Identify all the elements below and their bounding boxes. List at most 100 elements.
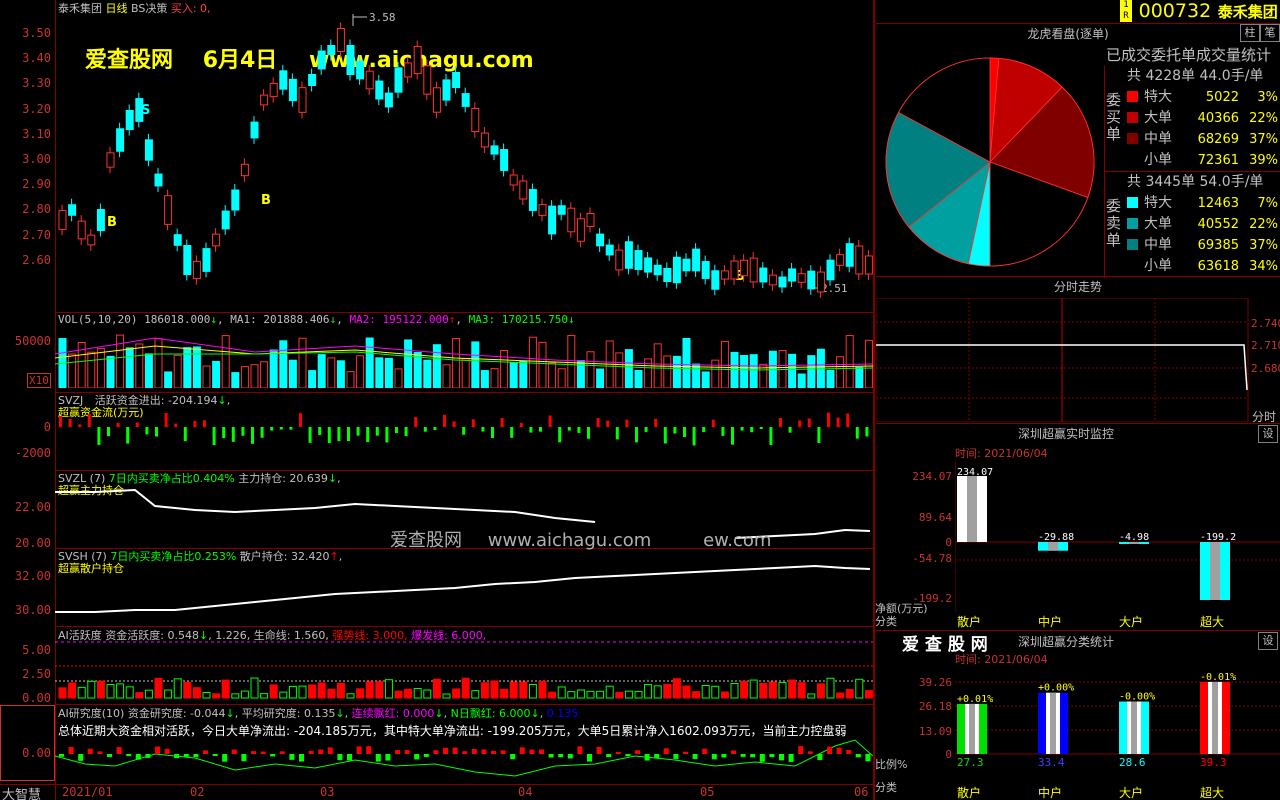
research-bar bbox=[116, 747, 122, 754]
research-bar bbox=[519, 747, 525, 754]
svzj-bar bbox=[251, 427, 254, 444]
volume-bars[interactable] bbox=[55, 324, 873, 388]
low-price-label: 2.51 bbox=[821, 282, 848, 295]
volume-bar bbox=[87, 351, 96, 388]
svzj-bar bbox=[212, 427, 216, 446]
svzj-bar bbox=[567, 427, 571, 431]
research-bar bbox=[683, 751, 688, 754]
bar-mode-button[interactable]: 柱 bbox=[1240, 24, 1260, 42]
ai-bar bbox=[528, 683, 537, 699]
stats-bar-change: -0.00% bbox=[1119, 692, 1155, 703]
research-bar bbox=[692, 754, 698, 759]
svzj-bar bbox=[222, 427, 226, 439]
research-title: AI研究度(10) bbox=[58, 707, 125, 720]
brand-label[interactable]: 大智慧 bbox=[2, 784, 41, 800]
volume-bar bbox=[413, 352, 422, 388]
volume-bar bbox=[269, 349, 278, 388]
tick-mode-button[interactable]: 笔 bbox=[1260, 24, 1280, 42]
ai-bar bbox=[356, 688, 365, 699]
monitor-time: 时间: 2021/06/04 bbox=[955, 447, 1048, 460]
research-bar bbox=[462, 751, 468, 754]
candle bbox=[173, 228, 182, 252]
ai-bar bbox=[250, 677, 259, 699]
svsh-line[interactable] bbox=[55, 548, 873, 626]
ai-bar bbox=[346, 693, 355, 699]
intraday-ytick-2: 2.680 bbox=[1251, 362, 1280, 375]
stats-bar-pct: 28.6 bbox=[1119, 756, 1146, 769]
sell-total: 共 3445单 54.0手/单 bbox=[1127, 174, 1264, 190]
volume-bar bbox=[701, 371, 710, 388]
svzj-bar bbox=[702, 427, 706, 432]
candle bbox=[394, 61, 403, 99]
svzj-bar bbox=[855, 427, 859, 439]
stats-bar[interactable] bbox=[1038, 692, 1068, 754]
research-bar bbox=[654, 754, 660, 758]
volume-bar bbox=[749, 354, 758, 388]
ai-bar bbox=[692, 691, 701, 699]
pie-title: 龙虎看盘(逐单) bbox=[1027, 27, 1109, 41]
svzj-bar bbox=[654, 418, 658, 427]
candle bbox=[154, 168, 163, 192]
ai-bar bbox=[164, 689, 173, 699]
svzj-bars[interactable] bbox=[55, 400, 873, 466]
candle bbox=[576, 212, 585, 248]
research-bar bbox=[759, 754, 765, 762]
research-bar bbox=[548, 754, 554, 758]
volume-bar bbox=[135, 343, 144, 388]
ai-bar bbox=[509, 681, 518, 699]
order-pie-chart[interactable] bbox=[876, 46, 1104, 278]
ai-bar bbox=[68, 682, 77, 699]
candle bbox=[692, 243, 701, 277]
candle bbox=[490, 139, 499, 161]
candle bbox=[672, 251, 681, 289]
ai-bar bbox=[596, 690, 605, 699]
price-ytick: 2.60 bbox=[22, 252, 51, 267]
ai-bar bbox=[855, 678, 864, 699]
candle bbox=[231, 183, 240, 217]
research-bar bbox=[577, 746, 583, 754]
candlestick-chart[interactable]: 3.58 2.51 S B B B bbox=[55, 10, 873, 310]
ai-bars[interactable] bbox=[55, 636, 873, 702]
color-swatch bbox=[1127, 133, 1138, 144]
candle bbox=[135, 92, 144, 128]
price-ytick: 2.80 bbox=[22, 202, 51, 217]
svzj-bar bbox=[750, 427, 754, 433]
research-bar bbox=[855, 754, 861, 758]
svzj-bar bbox=[375, 427, 379, 436]
monitor-category: 散户 bbox=[957, 615, 982, 629]
volume-bar bbox=[231, 372, 240, 388]
volume-bar bbox=[384, 357, 393, 388]
volume-bar bbox=[423, 359, 432, 388]
research-bar bbox=[731, 750, 736, 754]
monitor-settings-button[interactable]: 设 bbox=[1258, 425, 1278, 443]
monitor-title: 深圳超赢实时监控 bbox=[1017, 427, 1114, 441]
ai-bar bbox=[682, 685, 691, 699]
intraday-chart[interactable] bbox=[876, 298, 1280, 422]
research-bars[interactable] bbox=[55, 736, 873, 782]
monitor-bar-chart[interactable]: 234.07 -29.88 -4.98 -199.2 bbox=[955, 460, 1280, 612]
monitor-bar[interactable] bbox=[957, 476, 987, 542]
research-bar bbox=[798, 746, 804, 754]
monitor-bar[interactable] bbox=[1200, 542, 1230, 600]
ai-bar bbox=[173, 678, 182, 699]
svzj-bar bbox=[865, 427, 869, 437]
research-bar bbox=[337, 754, 343, 761]
stats-settings-button[interactable]: 设 bbox=[1258, 632, 1278, 650]
ai-bar bbox=[240, 690, 249, 699]
candle bbox=[471, 102, 480, 138]
volume-bar bbox=[288, 359, 297, 388]
stats-bar[interactable] bbox=[1119, 701, 1149, 754]
research-bar bbox=[385, 754, 391, 761]
research-bar bbox=[471, 748, 477, 754]
research-bar bbox=[433, 750, 439, 754]
svzj-bar bbox=[769, 427, 773, 445]
ai-bar bbox=[212, 693, 221, 699]
stats-bar[interactable] bbox=[1200, 681, 1230, 754]
candle bbox=[413, 40, 422, 80]
monitor-bar[interactable] bbox=[1038, 542, 1068, 551]
stats-bar[interactable] bbox=[957, 703, 987, 754]
stats-bar-chart[interactable]: +0.01% 27.3 +0.00% 33.4 -0.00% 28.6 -0.01% 39.3 bbox=[955, 666, 1280, 770]
research-bar bbox=[183, 754, 189, 757]
row-name: 特大 bbox=[1144, 195, 1172, 211]
svzj-bar bbox=[577, 427, 581, 433]
